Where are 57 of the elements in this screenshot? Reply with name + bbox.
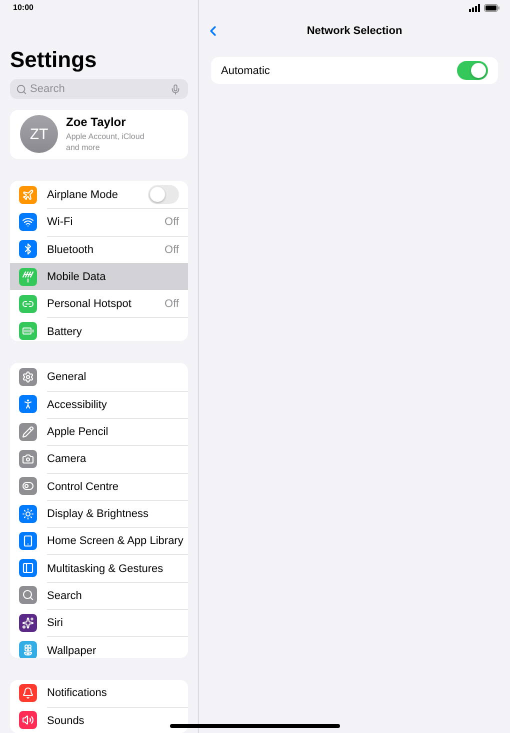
row-label: Camera <box>47 453 86 466</box>
settings-row[interactable]: Mobile Data <box>10 262 188 290</box>
antenna-icon <box>19 268 37 286</box>
row-label: Accessibility <box>47 398 107 411</box>
bluetooth-icon <box>19 240 37 258</box>
profile-name: Zoe Taylor <box>66 115 127 130</box>
profile-card[interactable]: ZT Zoe Taylor Apple Account, iCloud and more <box>10 110 188 159</box>
row-label: Personal Hotspot <box>47 298 132 310</box>
search-icon <box>16 84 27 94</box>
sparkle-icon <box>19 614 37 632</box>
row-label: Control Centre <box>47 480 119 493</box>
wifi-icon <box>19 212 37 231</box>
row-label: Multitasking & Gestures <box>47 562 164 575</box>
signal-icon <box>469 4 481 12</box>
search-field[interactable]: Search <box>10 79 188 99</box>
row-label: Battery <box>47 326 82 338</box>
toggle-switch[interactable] <box>148 185 179 204</box>
toggle-switch[interactable] <box>457 61 488 80</box>
link-icon <box>19 294 37 313</box>
row-label: Search <box>47 590 82 602</box>
row-label: Airplane Mode <box>47 188 118 201</box>
toggle-icon <box>19 477 37 496</box>
row-value: Off <box>164 244 179 256</box>
status-time: 10:00 <box>13 3 34 12</box>
pencil-icon <box>19 422 37 441</box>
speaker-icon <box>19 711 37 730</box>
microphone-icon[interactable] <box>170 84 181 94</box>
phone-icon <box>19 532 37 550</box>
row-value: Off <box>164 216 179 228</box>
row-label: Apple Pencil <box>47 426 108 438</box>
row-label: Wallpaper <box>47 644 96 656</box>
row-label: Home Screen & App Library <box>47 535 184 548</box>
airplane-icon <box>19 186 37 204</box>
gear-icon <box>19 368 37 386</box>
battery-icon <box>19 322 37 340</box>
row-label: Notifications <box>47 687 107 700</box>
avatar: ZT <box>20 115 58 154</box>
row-label: Display & Brightness <box>47 508 148 520</box>
flower-icon <box>19 641 37 658</box>
search-icon <box>19 586 37 604</box>
battery-icon <box>484 4 500 12</box>
sun-icon <box>19 504 37 523</box>
camera-icon <box>19 450 37 468</box>
row-label: Mobile Data <box>47 270 106 282</box>
row-label: General <box>47 371 86 384</box>
row-label: Sounds <box>47 714 84 727</box>
row-value: Off <box>164 298 179 310</box>
bell-icon <box>19 684 37 702</box>
sidebar-icon <box>19 559 37 578</box>
row-label: Automatic <box>221 64 270 76</box>
profile-subtitle: Apple Account, iCloud and more <box>66 131 146 154</box>
row-label: Siri <box>47 617 63 630</box>
nav-title: Network Selection <box>306 25 402 37</box>
page-title: Settings <box>10 47 98 73</box>
person-icon <box>19 395 37 414</box>
row-label: Bluetooth <box>47 244 94 256</box>
row-label: Wi-Fi <box>47 216 73 228</box>
